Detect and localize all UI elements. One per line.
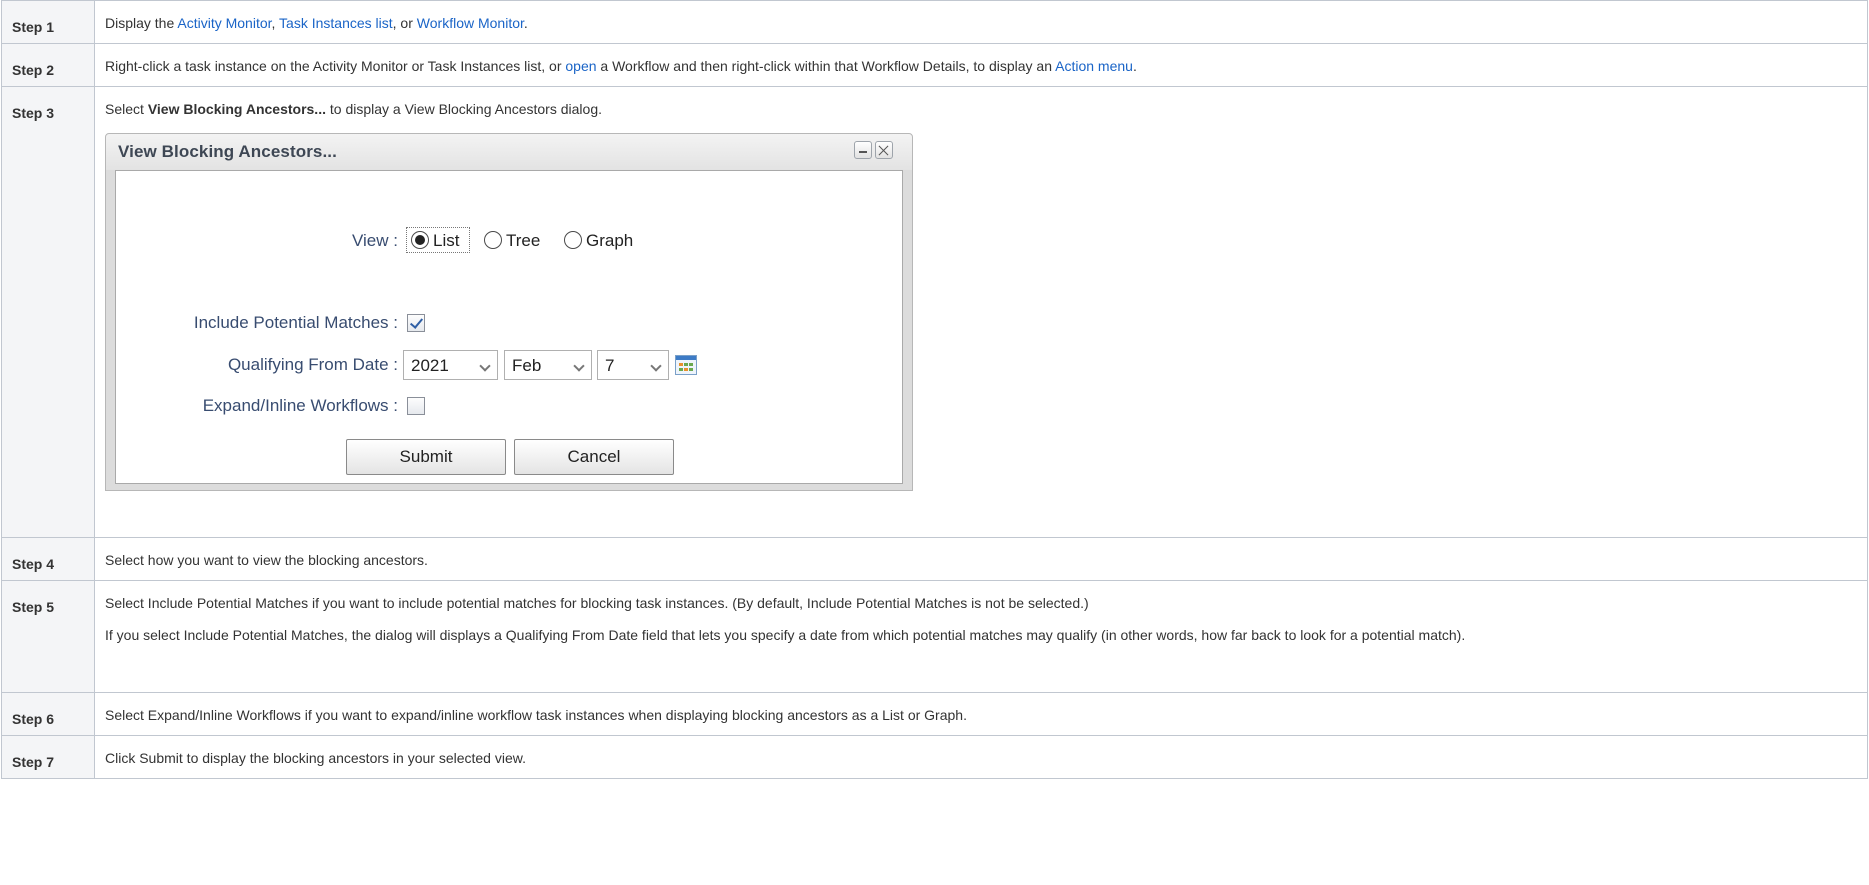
chevron-down-icon	[650, 360, 662, 372]
close-icon[interactable]	[875, 141, 893, 159]
step-label: Step 5	[1, 580, 95, 693]
chevron-down-icon	[479, 360, 491, 372]
cancel-button[interactable]: Cancel	[514, 439, 674, 475]
step-label: Step 7	[1, 735, 95, 779]
text-span: .	[1132, 58, 1137, 74]
chevron-down-icon	[573, 360, 585, 372]
view-graph-label: Graph	[586, 231, 634, 250]
text-span: .	[523, 15, 528, 31]
step-label: Step 1	[1, 0, 95, 44]
step-text: Select Expand/Inline Workflows if you wa…	[94, 692, 1868, 736]
step-row: Step 1 Display the Activity Monitor, Tas…	[1, 0, 1868, 44]
step-label: Step 6	[1, 692, 95, 736]
open-link[interactable]: open	[565, 58, 596, 74]
step-label: Step 3	[1, 86, 95, 538]
menu-item-name: View Blocking Ancestors...	[147, 101, 326, 117]
step-row: Step 4 Select how you want to view the b…	[1, 537, 1868, 581]
task-instances-list-link[interactable]: Task Instances list	[279, 15, 393, 31]
text-span: Select	[105, 101, 148, 117]
year-value: 2021	[411, 356, 449, 375]
qualifying-from-date-label: Qualifying From Date :	[227, 355, 398, 374]
step-text: Click Submit to display the blocking anc…	[94, 735, 1868, 779]
step-row: Step 3 Select View Blocking Ancestors...…	[1, 86, 1868, 538]
view-blocking-ancestors-dialog: View Blocking Ancestors... View : List T…	[105, 133, 913, 491]
minimize-icon[interactable]	[854, 141, 872, 159]
text-span: ,	[271, 15, 280, 31]
submit-button[interactable]: Submit	[346, 439, 506, 475]
step-row: Step 7 Click Submit to display the block…	[1, 735, 1868, 779]
calendar-icon[interactable]	[675, 355, 697, 375]
view-tree-radio[interactable]	[484, 231, 502, 249]
text-span: a Workflow and then right-click within t…	[596, 58, 1056, 74]
step-label: Step 4	[1, 537, 95, 581]
view-list-label: List	[433, 231, 460, 250]
view-list-radio[interactable]	[411, 231, 429, 249]
day-value: 7	[605, 356, 615, 375]
year-select[interactable]: 2021	[403, 350, 498, 380]
view-label: View :	[352, 231, 398, 250]
action-menu-link[interactable]: Action menu	[1055, 58, 1133, 74]
workflow-monitor-link[interactable]: Workflow Monitor	[417, 15, 524, 31]
month-value: Feb	[512, 356, 542, 375]
expand-inline-workflows-checkbox[interactable]	[407, 397, 425, 415]
paragraph: If you select Include Potential Matches,…	[105, 627, 1466, 643]
step-text: Select how you want to view the blocking…	[94, 537, 1868, 581]
paragraph: Select Include Potential Matches if you …	[105, 595, 1089, 611]
include-potential-matches-checkbox[interactable]	[407, 314, 425, 332]
text-span: Display the	[105, 15, 178, 31]
include-potential-matches-label: Include Potential Matches :	[193, 313, 398, 332]
text-span: Right-click a task instance on the Activ…	[105, 58, 566, 74]
dialog-title: View Blocking Ancestors...	[118, 142, 337, 161]
steps-table: Step 1 Display the Activity Monitor, Tas…	[1, 0, 1868, 779]
dialog-body: View : List Tree Graph Include Potential…	[115, 170, 903, 484]
text-span: , or	[392, 15, 417, 31]
view-tree-label: Tree	[506, 231, 541, 250]
step-text: Display the Activity Monitor, Task Insta…	[94, 0, 1868, 44]
step-text: Right-click a task instance on the Activ…	[94, 43, 1868, 87]
step-text: Select Include Potential Matches if you …	[94, 580, 1868, 693]
text-span: to display a View Blocking Ancestors dia…	[325, 101, 602, 117]
step-row: Step 5 Select Include Potential Matches …	[1, 580, 1868, 693]
step-row: Step 6 Select Expand/Inline Workflows if…	[1, 692, 1868, 736]
step-text: Select View Blocking Ancestors... to dis…	[94, 86, 1868, 538]
view-graph-radio[interactable]	[564, 231, 582, 249]
step-row: Step 2 Right-click a task instance on th…	[1, 43, 1868, 87]
activity-monitor-link[interactable]: Activity Monitor	[177, 15, 271, 31]
dialog-screenshot: View Blocking Ancestors... View : List T…	[105, 133, 913, 491]
step-label: Step 2	[1, 43, 95, 87]
month-select[interactable]: Feb	[504, 350, 592, 380]
expand-inline-workflows-label: Expand/Inline Workflows :	[202, 396, 398, 415]
day-select[interactable]: 7	[597, 350, 669, 380]
